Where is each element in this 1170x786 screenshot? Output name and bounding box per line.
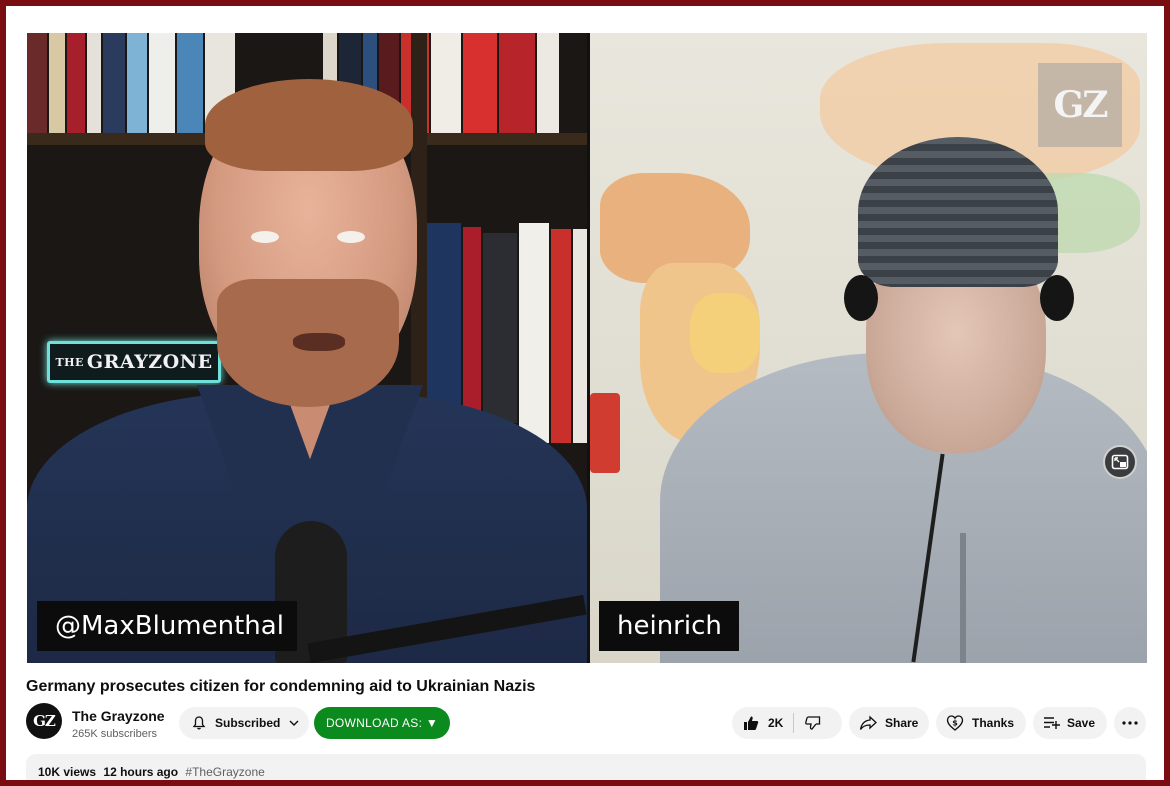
share-button[interactable]: Share	[849, 707, 929, 739]
nameplate-guest: heinrich	[599, 601, 739, 651]
description-box[interactable]: 10K views 12 hours ago #TheGrayzone	[26, 754, 1146, 780]
upload-time: 12 hours ago	[103, 765, 179, 779]
host-eye	[251, 231, 279, 243]
like-separator	[793, 713, 795, 733]
book	[431, 33, 461, 133]
video-title: Germany prosecutes citizen for condemnin…	[26, 678, 536, 695]
chevron-down-icon	[289, 720, 299, 726]
view-count: 10K views	[38, 765, 97, 779]
video-panel-right: GZ	[590, 33, 1147, 663]
book	[427, 223, 461, 423]
nameplate-host: @MaxBlumenthal	[37, 601, 297, 651]
video-player[interactable]: THE GRAYZONE GZ @MaxBlumenthal heinrich	[27, 33, 1147, 663]
thumbs-up-icon[interactable]	[742, 714, 760, 732]
book	[499, 33, 535, 133]
channel-avatar[interactable]: GZ	[26, 703, 62, 739]
book	[483, 233, 517, 423]
map-land	[690, 293, 760, 373]
subscriber-count: 265K subscribers	[72, 728, 157, 740]
book	[519, 223, 549, 443]
host-mouth	[293, 333, 345, 351]
subscribed-button[interactable]: Subscribed	[179, 707, 309, 739]
thanks-label: Thanks	[972, 716, 1015, 730]
map-land	[590, 393, 620, 473]
book	[49, 33, 65, 133]
thanks-button[interactable]: $ Thanks	[936, 707, 1026, 739]
download-button[interactable]: DOWNLOAD AS: ▼	[314, 707, 450, 739]
headphone-cup	[844, 275, 878, 321]
like-count: 2K	[768, 716, 784, 730]
book	[67, 33, 85, 133]
book	[463, 227, 481, 423]
book	[551, 229, 571, 443]
share-label: Share	[885, 716, 919, 730]
pip-glyph	[1111, 454, 1129, 470]
thanks-icon: $	[946, 715, 964, 731]
book	[463, 33, 497, 133]
guest-beanie	[858, 137, 1058, 287]
book	[149, 33, 175, 133]
guest-zipper	[960, 533, 966, 663]
thumbs-down-icon[interactable]	[804, 714, 822, 732]
sign-text: GRAYZONE	[86, 351, 213, 373]
gz-watermark: GZ	[1038, 63, 1122, 147]
hashtag-link[interactable]: #TheGrayzone	[185, 765, 264, 779]
sign-text-small: THE	[55, 355, 84, 369]
host-hair	[205, 79, 413, 171]
svg-text:$: $	[952, 719, 958, 728]
book	[27, 33, 47, 133]
save-playlist-icon	[1044, 717, 1060, 729]
book	[103, 33, 125, 133]
more-icon	[1122, 721, 1138, 725]
bell-icon	[192, 716, 206, 730]
subscribed-label: Subscribed	[215, 716, 281, 730]
book	[573, 229, 587, 443]
book	[177, 33, 203, 133]
channel-name[interactable]: The Grayzone	[72, 708, 165, 724]
book	[87, 33, 101, 133]
grayzone-sign: THE GRAYZONE	[47, 341, 221, 383]
pip-icon[interactable]	[1103, 445, 1137, 479]
book	[127, 33, 147, 133]
book	[537, 33, 559, 133]
like-dislike-group[interactable]: 2K	[732, 707, 842, 739]
share-icon	[859, 715, 877, 730]
save-button[interactable]: Save	[1033, 707, 1107, 739]
save-label: Save	[1067, 716, 1096, 730]
headphone-cup	[1040, 275, 1074, 321]
page-frame: THE GRAYZONE GZ @MaxBlumenthal heinrich …	[6, 6, 1164, 780]
host-eye	[337, 231, 365, 243]
video-panel-left: THE GRAYZONE	[27, 33, 587, 663]
more-actions-button[interactable]	[1114, 707, 1146, 739]
